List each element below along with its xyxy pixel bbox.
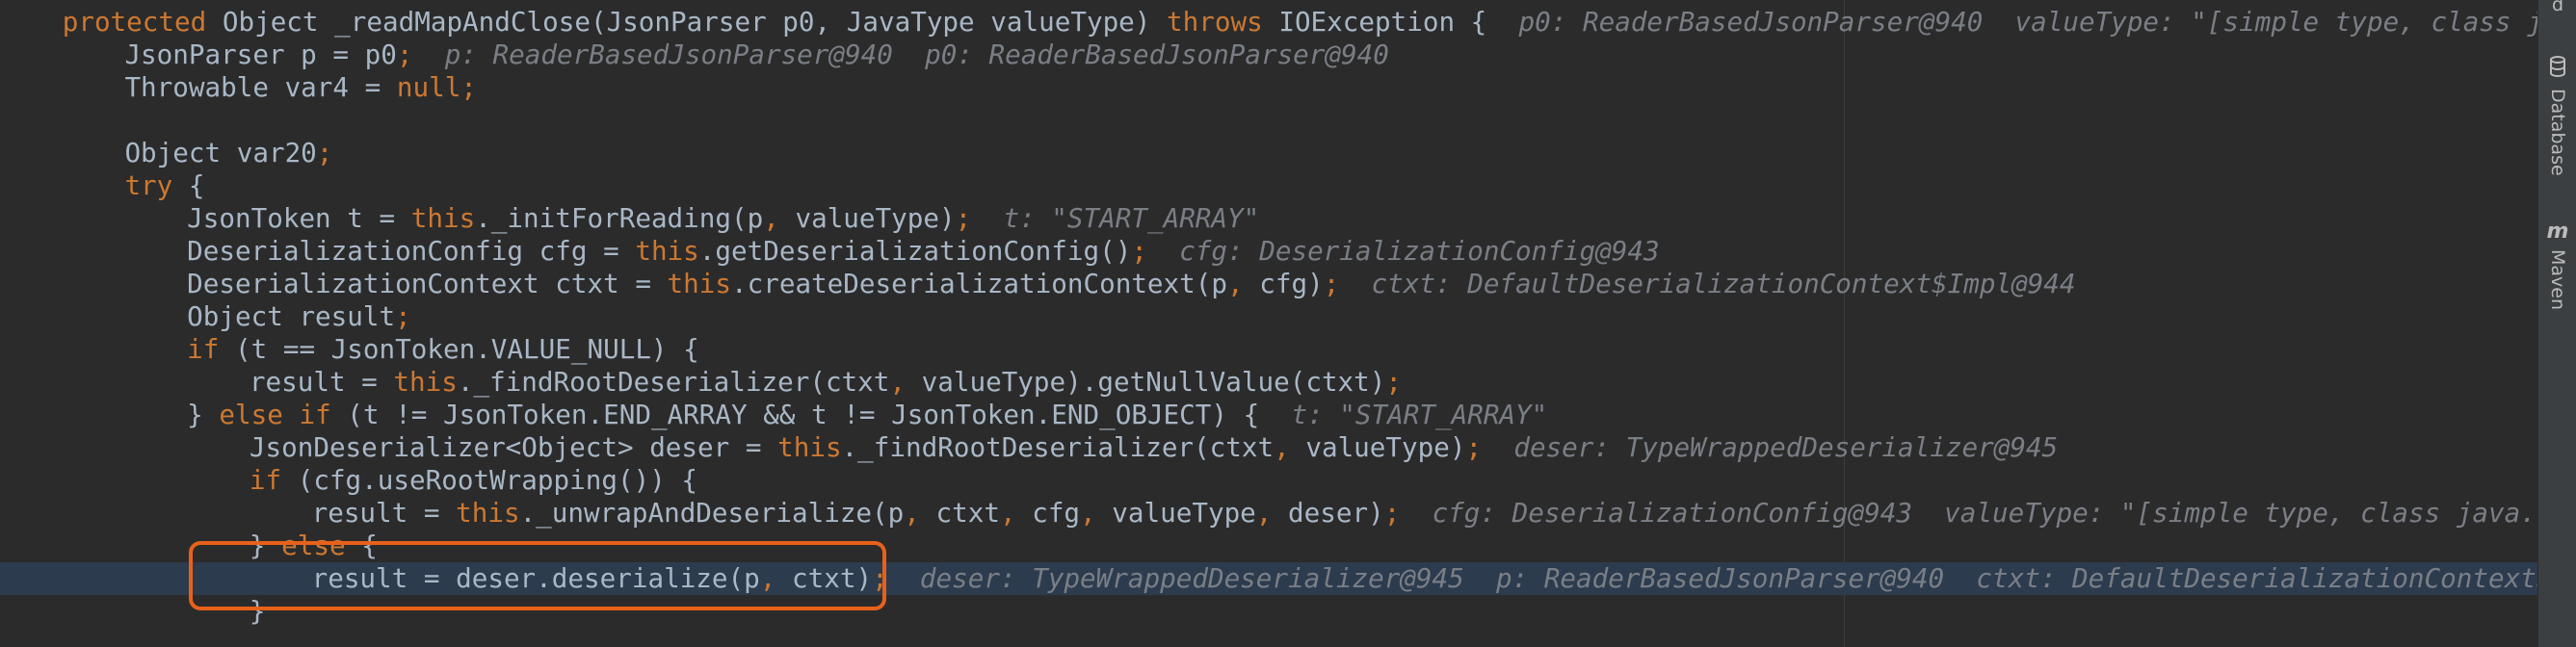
code-token: ; bbox=[1383, 497, 1433, 529]
right-tool-sidebar: d Database m Maven bbox=[2537, 0, 2576, 647]
code-token: (t != JsonToken.END_ARRAY && t != JsonTo… bbox=[347, 399, 1292, 430]
right-margin-guide bbox=[1844, 0, 1845, 647]
code-token: ; bbox=[1385, 366, 1403, 398]
database-icon bbox=[2549, 56, 2566, 83]
code-token: JsonToken t = bbox=[187, 202, 411, 234]
code-token: , bbox=[1274, 431, 1306, 463]
debug-inline-value: p: ReaderBasedJsonParser@940 p0: ReaderB… bbox=[444, 39, 1389, 70]
code-line[interactable]: JsonDeserializer<Object> deser = this._f… bbox=[250, 431, 2058, 464]
code-token: if bbox=[187, 333, 235, 365]
code-token: JsonDeserializer<Object> deser = bbox=[249, 431, 778, 463]
code-token: , bbox=[1255, 497, 1289, 529]
debug-inline-value: deser: TypeWrappedDeserializer@945 bbox=[1513, 431, 2059, 463]
code-token: Object result bbox=[187, 300, 396, 332]
debug-inline-value: cfg: DeserializationConfig@943 bbox=[1179, 235, 1660, 267]
debug-inline-value: t: "START_ARRAY" bbox=[1291, 399, 1548, 430]
debug-inline-value: t: "START_ARRAY" bbox=[1003, 202, 1260, 234]
code-token: if bbox=[249, 464, 298, 496]
code-token: this bbox=[635, 235, 699, 267]
maven-icon: m bbox=[2546, 220, 2569, 244]
annotation-highlight-box bbox=[189, 541, 886, 610]
code-token: ; bbox=[1323, 268, 1372, 299]
code-line[interactable]: Throwable var4 = null; bbox=[124, 71, 477, 104]
code-token: this bbox=[393, 366, 458, 398]
code-token: this bbox=[410, 202, 476, 234]
code-line[interactable]: JsonParser p = p0; p: ReaderBasedJsonPar… bbox=[124, 39, 1388, 71]
code-token: this bbox=[667, 268, 731, 299]
code-line[interactable]: DeserializationConfig cfg = this.getDese… bbox=[187, 235, 1659, 268]
code-token: ; bbox=[955, 202, 1004, 234]
code-token: ctxt bbox=[935, 497, 1000, 529]
code-token: , bbox=[763, 202, 796, 234]
code-token: .createDeserializationContext(p bbox=[731, 268, 1227, 299]
tool-tab-partial[interactable]: d bbox=[2538, 0, 2576, 13]
code-token: IOException { bbox=[1278, 6, 1519, 38]
code-token: Object var20 bbox=[124, 137, 317, 168]
tool-tab-maven[interactable]: m Maven bbox=[2538, 220, 2576, 310]
code-token: ; bbox=[396, 39, 445, 70]
tool-tab-maven-label: Maven bbox=[2547, 249, 2568, 311]
code-token: DeserializationContext ctxt = bbox=[187, 268, 668, 299]
code-line[interactable]: JsonToken t = this._initForReading(p, va… bbox=[187, 202, 1259, 235]
code-token: this bbox=[777, 431, 842, 463]
code-token: this bbox=[456, 497, 520, 529]
code-token: } bbox=[187, 399, 220, 430]
code-token: , bbox=[999, 497, 1033, 529]
code-token: else if bbox=[219, 399, 348, 430]
code-token: (cfg.useRootWrapping()) { bbox=[297, 464, 698, 496]
code-line[interactable]: } else if (t != JsonToken.END_ARRAY && t… bbox=[187, 399, 1547, 431]
code-token: , bbox=[904, 497, 936, 529]
code-token: ._findRootDeserializer(ctxt bbox=[841, 431, 1275, 463]
code-token: valueType) bbox=[1305, 431, 1466, 463]
debug-inline-value: p0: ReaderBasedJsonParser@940 valueType:… bbox=[1518, 6, 2537, 38]
code-token: ; bbox=[1465, 431, 1514, 463]
code-token: ; bbox=[1131, 235, 1180, 267]
code-token: , bbox=[1227, 268, 1260, 299]
debug-inline-value: cfg: DeserializationConfig@943 valueType… bbox=[1432, 497, 2537, 529]
code-line[interactable]: result = this._findRootDeserializer(ctxt… bbox=[250, 366, 1402, 399]
code-token: .getDeserializationConfig() bbox=[698, 235, 1132, 267]
code-token: ; bbox=[395, 300, 411, 332]
code-token: valueType) bbox=[795, 202, 956, 234]
code-line[interactable]: result = this._unwrapAndDeserialize(p, c… bbox=[312, 497, 2537, 530]
code-line[interactable]: if (cfg.useRootWrapping()) { bbox=[250, 464, 697, 497]
code-token: valueType bbox=[1112, 497, 1256, 529]
code-editor[interactable]: protected Object _readMapAndClose(JsonPa… bbox=[0, 0, 2537, 647]
code-token: deser) bbox=[1288, 497, 1384, 529]
debug-inline-value: deser: TypeWrappedDeserializer@945 p: Re… bbox=[919, 562, 2537, 594]
code-token: Object _readMapAndClose(JsonParser p0, J… bbox=[222, 6, 1168, 38]
code-token: DeserializationConfig cfg = bbox=[187, 235, 636, 267]
code-token: , bbox=[889, 366, 922, 398]
code-token: JsonParser p = p0 bbox=[124, 39, 397, 70]
code-token: { bbox=[188, 169, 205, 201]
code-token: ._unwrapAndDeserialize(p bbox=[519, 497, 905, 529]
code-line[interactable]: DeserializationContext ctxt = this.creat… bbox=[187, 268, 2075, 300]
code-token: ._initForReading(p bbox=[475, 202, 764, 234]
code-line[interactable]: Object result; bbox=[187, 300, 411, 333]
debug-inline-value: ctxt: DefaultDeserializationContext$Impl… bbox=[1371, 268, 2076, 299]
code-token: ; bbox=[316, 137, 333, 168]
code-token: (t == JsonToken.VALUE_NULL) { bbox=[235, 333, 699, 365]
code-line[interactable]: if (t == JsonToken.VALUE_NULL) { bbox=[187, 333, 699, 366]
code-token: throws bbox=[1167, 6, 1279, 38]
code-token: null; bbox=[396, 71, 477, 103]
code-line[interactable]: protected Object _readMapAndClose(JsonPa… bbox=[63, 6, 2537, 39]
code-token: result = bbox=[311, 497, 457, 529]
code-token: cfg bbox=[1032, 497, 1081, 529]
code-token: , bbox=[1080, 497, 1113, 529]
code-token: Throwable var4 = bbox=[124, 71, 397, 103]
code-line[interactable]: try { bbox=[124, 169, 204, 202]
code-token: cfg) bbox=[1259, 268, 1324, 299]
code-token: result = bbox=[249, 366, 394, 398]
code-token: ._findRootDeserializer(ctxt bbox=[457, 366, 890, 398]
code-token: try bbox=[124, 169, 189, 201]
code-line[interactable]: Object var20; bbox=[124, 137, 332, 169]
tool-tab-database-label: Database bbox=[2547, 89, 2568, 176]
code-token: valueType).getNullValue(ctxt) bbox=[921, 366, 1386, 398]
tool-tab-database[interactable]: Database bbox=[2538, 56, 2576, 176]
code-token: protected bbox=[62, 6, 223, 38]
